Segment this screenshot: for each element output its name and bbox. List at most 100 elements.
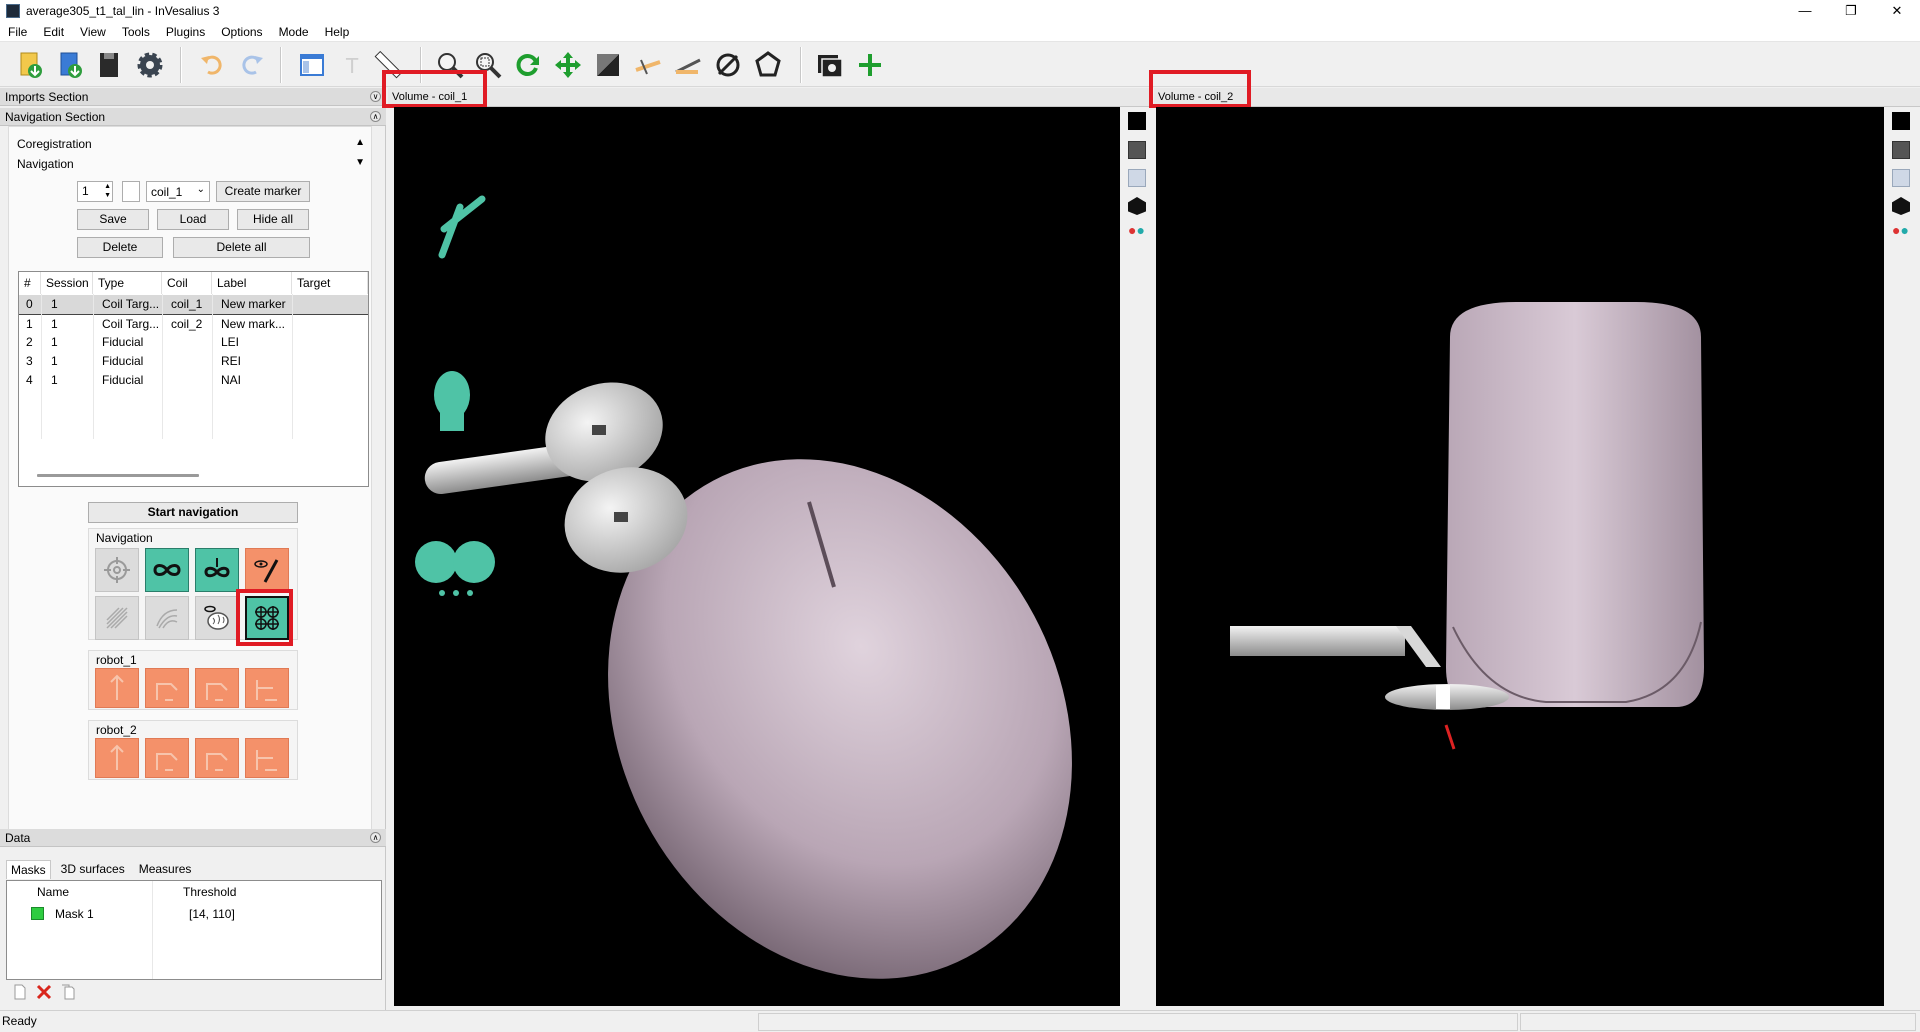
delete-button[interactable]: Delete	[77, 237, 163, 258]
robot-up-arrow-icon[interactable]	[95, 668, 139, 708]
chevron-up-icon[interactable]: ∧	[370, 832, 381, 843]
minimize-button[interactable]: —	[1782, 0, 1828, 22]
save-button[interactable]: Save	[77, 209, 149, 230]
menu-options[interactable]: Options	[213, 25, 270, 39]
menu-file[interactable]: File	[0, 25, 35, 39]
anaglyph-icon[interactable]: ●●	[1128, 223, 1146, 237]
robot-arm-free-icon[interactable]	[245, 738, 289, 778]
hide-all-button[interactable]: Hide all	[237, 209, 309, 230]
delete-all-button[interactable]: Delete all	[173, 237, 310, 258]
add-plus-icon[interactable]	[854, 49, 886, 81]
col-header-index[interactable]: #	[19, 272, 41, 294]
import-icon[interactable]	[14, 49, 46, 81]
marker-color-swatch[interactable]	[122, 181, 140, 202]
tab-masks[interactable]: Masks	[6, 860, 51, 879]
text-tool-icon[interactable]: T	[336, 49, 368, 81]
3d-render-area[interactable]	[1156, 107, 1884, 1006]
close-button[interactable]: ✕	[1874, 0, 1920, 22]
mask-color-swatch[interactable]	[31, 907, 44, 920]
menu-tools[interactable]: Tools	[114, 25, 158, 39]
collapse-down-icon[interactable]: ▼	[355, 157, 365, 168]
robot-arm-icon[interactable]	[145, 738, 189, 778]
linear-measure-icon[interactable]	[632, 49, 664, 81]
background-color-icon[interactable]	[1128, 112, 1146, 130]
menu-mode[interactable]: Mode	[271, 25, 317, 39]
start-navigation-button[interactable]: Start navigation	[88, 502, 298, 523]
volume-render-icon[interactable]	[1128, 141, 1146, 159]
table-row[interactable]: 1 1 Coil Targ... coil_2 New mark...	[19, 314, 368, 333]
target-crosshair-icon[interactable]	[95, 548, 139, 592]
coil-select[interactable]: coil_1 ⌄	[146, 181, 210, 202]
load-button[interactable]: Load	[157, 209, 229, 230]
pattern-icon[interactable]	[95, 596, 139, 640]
data-section-header[interactable]: Data ∧	[0, 829, 386, 847]
col-header-name[interactable]: Name	[37, 885, 69, 899]
cube-view-icon[interactable]	[1892, 169, 1910, 187]
menu-edit[interactable]: Edit	[35, 25, 72, 39]
col-header-target[interactable]: Target	[292, 272, 368, 294]
new-mask-icon[interactable]	[12, 984, 28, 1000]
settings-gear-icon[interactable]	[134, 49, 166, 81]
delete-mask-icon[interactable]	[36, 984, 52, 1000]
spin-arrows-icon[interactable]: ▲ ▼	[104, 182, 111, 200]
table-row[interactable]: 0 1 Coil Targ... coil_1 New marker	[19, 295, 368, 314]
expand-up-icon[interactable]: ▲	[355, 137, 365, 148]
chevron-up-icon[interactable]: ∧	[370, 111, 381, 122]
volume-render-icon[interactable]	[1892, 141, 1910, 159]
table-row[interactable]: 2 1 Fiducial LEI	[19, 333, 368, 352]
menu-help[interactable]: Help	[317, 25, 358, 39]
table-row[interactable]: 3 1 Fiducial REI	[19, 352, 368, 371]
open-icon[interactable]	[54, 49, 86, 81]
anaglyph-icon[interactable]: ●●	[1892, 223, 1910, 237]
undo-icon[interactable]	[196, 49, 228, 81]
robot2-group: robot_2	[88, 720, 298, 780]
screenshot-icon[interactable]	[814, 49, 846, 81]
angle-measure-icon[interactable]	[672, 49, 704, 81]
layout-window-icon[interactable]	[296, 49, 328, 81]
col-header-type[interactable]: Type	[93, 272, 162, 294]
duplicate-mask-icon[interactable]	[60, 984, 76, 1000]
background-color-icon[interactable]	[1892, 112, 1910, 130]
maximize-button[interactable]: ❐	[1828, 0, 1874, 22]
brain-eye-icon[interactable]	[195, 596, 239, 640]
menu-view[interactable]: View	[72, 25, 114, 39]
imports-section-header[interactable]: Imports Section ∨	[0, 88, 386, 106]
col-header-session[interactable]: Session	[41, 272, 93, 294]
tractography-icon[interactable]	[145, 596, 189, 640]
coil-track-icon[interactable]	[195, 548, 239, 592]
table-row[interactable]: 4 1 Fiducial NAI	[19, 371, 368, 390]
create-marker-button[interactable]: Create marker	[216, 181, 310, 202]
save-project-icon[interactable]	[94, 49, 126, 81]
polygon-measure-icon[interactable]	[752, 49, 784, 81]
3d-render-area[interactable]	[394, 107, 1120, 1006]
robot-up-arrow-icon[interactable]	[95, 738, 139, 778]
coregistration-header[interactable]: Coregistration	[17, 137, 92, 151]
tab-measures[interactable]: Measures	[135, 860, 196, 879]
navigation-header[interactable]: Navigation	[17, 157, 74, 171]
col-header-label[interactable]: Label	[212, 272, 292, 294]
chevron-down-icon: ⌄	[196, 184, 205, 195]
col-header-threshold[interactable]: Threshold	[183, 885, 236, 899]
table-row[interactable]: Mask 1 [14, 110]	[7, 905, 381, 923]
chevron-down-icon[interactable]: ∨	[370, 91, 381, 102]
density-measure-icon[interactable]	[712, 49, 744, 81]
3d-stereo-icon[interactable]	[1128, 197, 1146, 215]
redo-icon[interactable]	[236, 49, 268, 81]
pan-move-icon[interactable]	[552, 49, 584, 81]
col-header-coil[interactable]: Coil	[162, 272, 212, 294]
3d-stereo-icon[interactable]	[1892, 197, 1910, 215]
robot-arm-icon[interactable]	[145, 668, 189, 708]
tab-3d-surfaces[interactable]: 3D surfaces	[57, 860, 129, 879]
robot-arm-move-icon[interactable]	[195, 668, 239, 708]
robot-arm-free-icon[interactable]	[245, 668, 289, 708]
horizontal-scrollbar[interactable]	[37, 474, 199, 477]
rotate-icon[interactable]	[512, 49, 544, 81]
probe-eye-icon[interactable]	[245, 548, 289, 592]
robot-arm-move-icon[interactable]	[195, 738, 239, 778]
cube-view-icon[interactable]	[1128, 169, 1146, 187]
menu-plugins[interactable]: Plugins	[158, 25, 213, 39]
contrast-icon[interactable]	[592, 49, 624, 81]
marker-count-spinner[interactable]: 1 ▲ ▼	[77, 181, 113, 202]
coil-figure8-icon[interactable]	[145, 548, 189, 592]
navigation-section-header[interactable]: Navigation Section ∧	[0, 108, 386, 126]
